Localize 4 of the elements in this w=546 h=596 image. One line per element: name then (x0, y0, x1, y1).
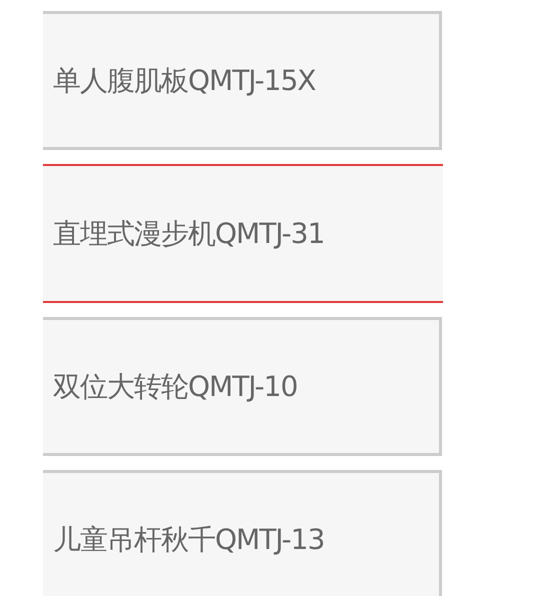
product-link[interactable]: 单人腹肌板QMTJ-15X (43, 11, 442, 150)
product-link[interactable]: 双位大转轮QMTJ-10 (43, 317, 442, 456)
product-link[interactable]: 直埋式漫步机QMTJ-31 (43, 164, 443, 303)
product-link[interactable]: 儿童吊杆秋千QMTJ-13 (43, 470, 442, 596)
